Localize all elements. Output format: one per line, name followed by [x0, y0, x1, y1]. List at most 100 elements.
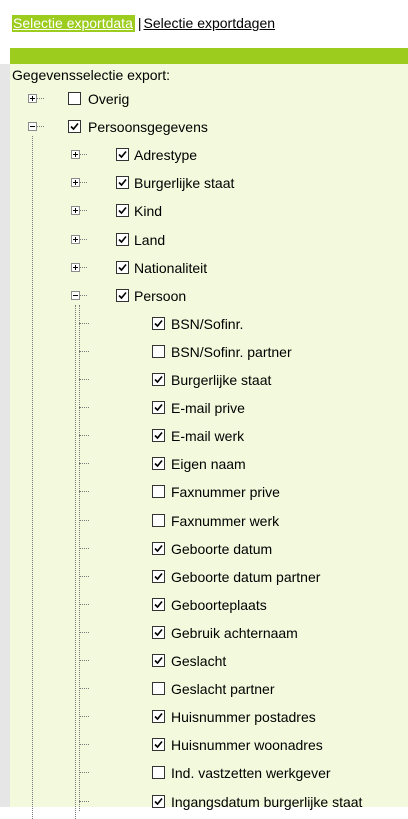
tree-node-group[interactable]: Burgerlijke staat: [10, 172, 408, 194]
expand-icon[interactable]: [71, 178, 80, 188]
tree-connector: [80, 210, 87, 212]
tree-guide-line: [75, 304, 76, 819]
tree-node-field[interactable]: Geslacht partner: [10, 678, 408, 700]
tree-connector: [79, 407, 89, 409]
tree-node-group[interactable]: Kind: [10, 200, 408, 222]
tree-connector: [79, 463, 89, 465]
tree-node-label: BSN/Sofinr. partner: [171, 343, 292, 360]
tree-node-label: Adrestype: [134, 147, 198, 164]
tree-connector: [80, 238, 87, 240]
tree-node-field[interactable]: E-mail werk: [10, 425, 408, 447]
tree-node-overig[interactable]: Overig: [10, 88, 408, 110]
tree-node-field[interactable]: E-mail prive: [10, 397, 408, 419]
expand-icon[interactable]: [71, 234, 80, 244]
tree-node-field[interactable]: Huisnummer woonadres: [10, 734, 408, 756]
checkbox-group[interactable]: [116, 288, 129, 302]
tree-guide-line: [79, 304, 80, 811]
checkbox-field[interactable]: [152, 373, 165, 386]
tree-node-label: E-mail werk: [171, 428, 245, 445]
checkbox-field[interactable]: [152, 344, 165, 358]
tree-connector: [80, 154, 87, 156]
tree-node-group[interactable]: Adrestype: [10, 144, 408, 166]
tree-node-field[interactable]: BSN/Sofinr. partner: [10, 341, 408, 363]
tree-node-field[interactable]: Ingangsdatum burgerlijke staat: [10, 791, 408, 813]
checkbox-field[interactable]: [152, 316, 165, 330]
tree-node-label: Huisnummer postadres: [171, 709, 316, 726]
tree-node-field[interactable]: Eigen naam: [10, 453, 408, 475]
checkbox-overig[interactable]: [68, 92, 81, 105]
collapse-icon[interactable]: [28, 122, 37, 132]
tree-connector: [79, 491, 89, 493]
checkbox-field[interactable]: [152, 541, 165, 555]
checkbox-field[interactable]: [152, 682, 165, 696]
tree-connector: [79, 744, 89, 746]
collapse-icon[interactable]: [71, 290, 80, 300]
tree-node-field[interactable]: Huisnummer postadres: [10, 706, 408, 728]
checkbox-field[interactable]: [152, 654, 165, 667]
checkbox-field[interactable]: [152, 513, 165, 527]
checkbox-field[interactable]: [152, 401, 165, 415]
tree-connector: [79, 688, 89, 690]
tree-connector: [79, 379, 89, 380]
tree-connector: [80, 182, 87, 184]
tree-node-label: Ind. vastzetten werkgever: [171, 765, 331, 782]
tab-selectie-exportdata[interactable]: Selectie exportdata: [12, 15, 135, 32]
tree-node-group[interactable]: Persoon: [10, 285, 408, 307]
expand-icon[interactable]: [71, 262, 80, 272]
checkbox-field[interactable]: [152, 569, 165, 583]
tree-node-label: Geboorteplaats: [171, 596, 267, 613]
tree-connector: [79, 322, 89, 324]
tree-node-field[interactable]: Geboorte datum partner: [10, 566, 408, 588]
tree-node-group[interactable]: Land: [10, 229, 408, 251]
checkbox-group[interactable]: [116, 232, 129, 246]
checkbox-persoonsgegevens[interactable]: [68, 120, 81, 134]
tree-node-persoonsgegevens[interactable]: Persoonsgegevens: [10, 116, 408, 138]
tab-selectie-exportdagen[interactable]: Selectie exportdagen: [144, 15, 276, 31]
checkbox-group[interactable]: [116, 148, 129, 162]
tree-node-field[interactable]: Geboorte datum: [10, 538, 408, 560]
tree-connector: [79, 547, 89, 549]
checkbox-field[interactable]: [152, 794, 165, 808]
tree-node-label: Burgerlijke staat: [171, 372, 272, 388]
tree-connector: [79, 575, 89, 577]
tree-node-label: Eigen naam: [171, 456, 246, 473]
checkbox-field[interactable]: [152, 429, 165, 443]
tree-node-field[interactable]: Faxnummer prive: [10, 481, 408, 503]
checkbox-field[interactable]: [152, 625, 165, 639]
checkbox-field[interactable]: [152, 485, 165, 499]
tree-node-label: Ingangsdatum burgerlijke staat: [171, 793, 363, 810]
tree-node-label: Nationaliteit: [134, 259, 208, 276]
tree-node-field[interactable]: Gebruik achternaam: [10, 622, 408, 644]
checkbox-group[interactable]: [116, 260, 129, 274]
expand-icon[interactable]: [71, 206, 80, 216]
tree-node-field[interactable]: Faxnummer werk: [10, 510, 408, 532]
checkbox-field[interactable]: [152, 710, 165, 724]
tree-node-label: Gebruik achternaam: [171, 624, 298, 641]
checkbox-field[interactable]: [152, 738, 165, 752]
expand-icon[interactable]: [71, 150, 80, 160]
checkbox-field[interactable]: [152, 597, 165, 611]
checkbox-field[interactable]: [152, 457, 165, 471]
tree-node-label: Geslacht partner: [171, 681, 275, 698]
tree-node-field[interactable]: Geboorteplaats: [10, 594, 408, 616]
checkbox-field[interactable]: [152, 766, 165, 780]
header-bar: [10, 48, 408, 64]
tree-node-label: Kind: [134, 203, 163, 220]
checkbox-group[interactable]: [116, 176, 129, 190]
tree-connector: [79, 631, 89, 633]
tree-node-field[interactable]: Geslacht: [10, 650, 408, 672]
tree-node-field[interactable]: BSN/Sofinr.: [10, 313, 408, 335]
expand-icon[interactable]: [28, 94, 37, 103]
checkbox-group[interactable]: [116, 204, 129, 218]
tree-node-group[interactable]: Nationaliteit: [10, 257, 408, 279]
tree-node-label: Geboorte datum partner: [171, 568, 321, 585]
tree-node-label: Overig: [88, 91, 130, 107]
tab-separator: |: [137, 15, 142, 31]
tree-node-label: Land: [134, 231, 166, 248]
tree-guide-line: [32, 136, 33, 819]
tree-connector: [79, 603, 89, 605]
tree-node-field[interactable]: Ind. vastzetten werkgever: [10, 762, 408, 784]
tree-connector: [79, 350, 89, 352]
tree-node-label: Geboorte datum: [171, 540, 273, 557]
tree-node-field[interactable]: Burgerlijke staat: [10, 369, 408, 391]
